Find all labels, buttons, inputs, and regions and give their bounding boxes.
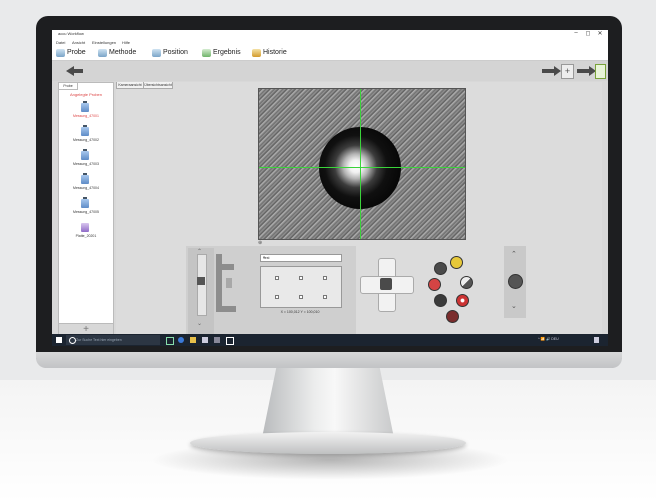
objective-button-dark[interactable] — [434, 294, 447, 307]
result-icon — [202, 49, 211, 57]
objective-button-red[interactable] — [428, 278, 441, 291]
history-icon — [252, 49, 261, 57]
position-icon — [152, 49, 161, 57]
workflow-app-icon[interactable] — [226, 337, 234, 345]
subtab-camera[interactable]: Kameraansicht — [116, 82, 144, 89]
sample-item[interactable]: Messung_47003 — [59, 149, 113, 171]
tab-probe-label: Probe — [67, 49, 86, 56]
method-icon — [98, 49, 107, 57]
notification-icon[interactable] — [594, 337, 599, 343]
sidebar-tab-probe[interactable]: Probe — [59, 83, 78, 90]
workflow-tabs: Probe Methode Position Ergebnis Historie — [52, 46, 608, 61]
explorer-icon[interactable] — [190, 337, 196, 343]
method-select[interactable]: Test ▾ — [260, 254, 342, 262]
next-add-arrow-icon[interactable] — [542, 69, 554, 73]
sample-bottle-icon — [81, 103, 89, 112]
sample-item[interactable]: Messung_47004 — [59, 173, 113, 195]
tab-historie-label: Historie — [263, 49, 287, 56]
sidebar-header: Angelegte Proben — [69, 92, 103, 97]
screen: accu Workflow – ◻ ✕ Datei Ansicht Einste… — [52, 30, 608, 346]
objective-button-yellow[interactable] — [450, 256, 463, 269]
back-arrow-icon[interactable] — [66, 66, 74, 76]
tab-ergebnis-label: Ergebnis — [213, 49, 241, 56]
sample-bottle-icon — [81, 127, 89, 136]
z-axis-slider[interactable]: ⌃ ⌄ — [188, 248, 214, 334]
sample-label: Messung_47001 — [73, 114, 99, 118]
close-button[interactable]: ✕ — [594, 30, 606, 37]
tab-methode-label: Methode — [109, 49, 137, 56]
maximize-button[interactable]: ◻ — [582, 30, 594, 37]
chevron-up-icon[interactable]: ⌃ — [511, 250, 517, 258]
dpad-center-button[interactable] — [380, 278, 392, 290]
sample-label: Messung_47005 — [73, 210, 99, 214]
windows-start-icon[interactable] — [56, 337, 62, 343]
taskbar-search-input[interactable]: Zur Suche Text hier eingeben — [66, 335, 160, 345]
menu-item-datei[interactable]: Datei — [56, 40, 65, 45]
monitor-stand-base — [190, 432, 466, 454]
position-main-area: Kameraansicht Übersichtsansicht ⊕ ⌃ ⌄ Te… — [116, 82, 602, 334]
z-track[interactable] — [197, 254, 207, 316]
sample-label: Platte_20201 — [75, 234, 97, 238]
next-add-arrow-head-icon[interactable] — [554, 66, 561, 76]
record-button[interactable] — [446, 310, 459, 323]
z-thumb[interactable] — [197, 277, 205, 285]
add-step-button[interactable]: + — [561, 64, 574, 79]
title-bar: accu Workflow – ◻ ✕ — [52, 30, 608, 39]
sample-item[interactable]: Messung_47005 — [59, 197, 113, 219]
crosshair-vertical — [360, 89, 361, 239]
sample-bottle-icon — [81, 151, 89, 160]
sample-item[interactable]: Messung_47002 — [59, 125, 113, 147]
lens-button[interactable] — [508, 274, 523, 289]
system-tray: ^ 📶 🔊 DEU — [538, 337, 559, 341]
stage-position-map[interactable] — [260, 266, 342, 308]
focus-button[interactable] — [460, 276, 473, 289]
objective-button[interactable] — [434, 262, 447, 275]
tab-position-label: Position — [163, 49, 188, 56]
camera-view[interactable] — [258, 88, 466, 240]
menu-item-einstellungen[interactable]: Einstellungen — [92, 40, 116, 45]
sample-label: Messung_47002 — [73, 138, 99, 142]
cortana-icon — [69, 337, 76, 344]
menu-item-hilfe[interactable]: Hilfe — [122, 40, 130, 45]
monitor-stand-neck — [262, 360, 394, 438]
exit-door-icon[interactable] — [595, 64, 606, 79]
chevron-down-icon: ▾ — [263, 255, 266, 260]
menu-bar: Datei Ansicht Einstellungen Hilfe — [52, 39, 608, 46]
monitor-chin — [36, 352, 622, 368]
stage-coordinates: X = 100,012 Y = 100,010 — [280, 310, 320, 314]
sample-item[interactable]: Messung_47001 — [59, 101, 113, 123]
sample-sidebar: Probe Angelegte Proben Messung_47001 Mes… — [58, 82, 114, 336]
sample-label: Messung_47004 — [73, 186, 99, 190]
back-arrow-icon-body[interactable] — [74, 69, 83, 73]
indent-button[interactable] — [456, 294, 469, 307]
store-icon[interactable] — [202, 337, 208, 343]
taskbar-search-placeholder: Zur Suche Text hier eingeben — [76, 338, 122, 342]
next-exit-arrow-icon[interactable] — [577, 69, 589, 73]
chevron-down-icon[interactable]: ⌄ — [511, 302, 517, 310]
sample-icon — [56, 49, 65, 57]
sample-bottle-icon — [81, 175, 89, 184]
sample-label: Messung_47003 — [73, 162, 99, 166]
window-title: accu Workflow — [58, 31, 84, 36]
task-view-icon[interactable] — [166, 337, 174, 345]
crosshair-horizontal — [259, 167, 465, 168]
menu-item-ansicht[interactable]: Ansicht — [72, 40, 85, 45]
subtab-overview[interactable]: Übersichtsansicht — [143, 82, 173, 89]
xy-direction-pad[interactable] — [360, 258, 414, 312]
app-icon[interactable] — [214, 337, 220, 343]
edge-icon[interactable] — [178, 337, 184, 343]
navigation-toolbar: + — [52, 61, 608, 81]
minimize-button[interactable]: – — [570, 30, 582, 36]
sample-item[interactable]: Platte_20201 — [59, 223, 113, 243]
zoom-control: ⌃ ⌄ — [504, 246, 526, 318]
plate-icon — [81, 223, 89, 232]
sample-bottle-icon — [81, 199, 89, 208]
z-down-icon[interactable]: ⌄ — [197, 320, 202, 327]
microscope-icon — [216, 254, 238, 314]
windows-taskbar: Zur Suche Text hier eingeben ^ 📶 🔊 DEU — [52, 334, 608, 346]
